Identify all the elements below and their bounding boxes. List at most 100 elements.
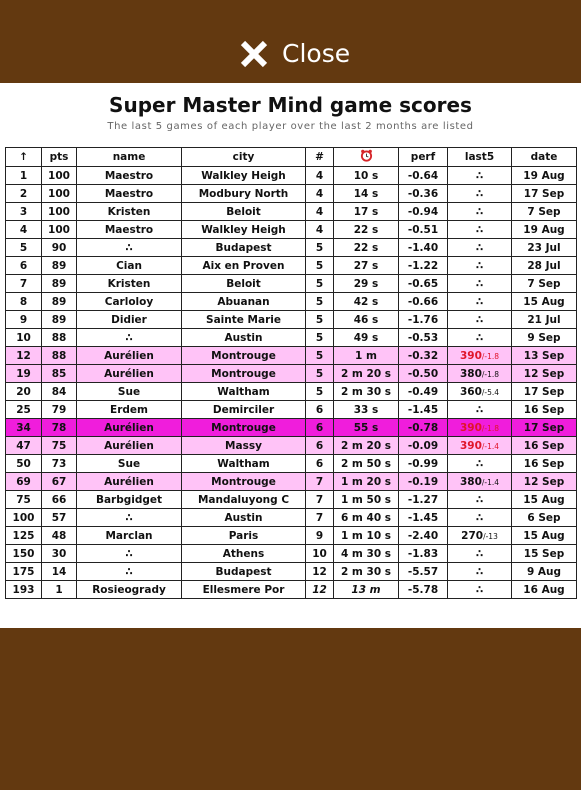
name-cell: Sue [76, 382, 182, 401]
pts-cell: 100 [41, 220, 77, 239]
table-row[interactable]: 193 1 Rosieogrady Ellesmere Por 12 13 m -5.78 ∴… [5, 580, 577, 599]
name-cell: Carloloy [76, 292, 182, 311]
time-cell: 6 m 40 s [333, 508, 399, 527]
name-cell: Kristen [76, 202, 182, 221]
pts-header[interactable]: pts [41, 147, 77, 167]
table-row[interactable]: 34 78 Aurélien Montrouge 6 55 s -0.78 390/-1.8 1… [5, 418, 577, 437]
time-cell: 22 s [333, 238, 399, 257]
last5-value: ∴ [475, 241, 484, 254]
table-row[interactable]: 9 89 Didier Sainte Marie 5 46 s -1.76 ∴ 21 Jul [5, 310, 577, 329]
name-cell: Rosieogrady [76, 580, 182, 599]
last5-value: ∴ [475, 277, 484, 290]
table-row[interactable]: 1 100 Maestro Walkley Heigh 4 10 s -0.64 ∴ 19 Au… [5, 166, 577, 185]
table-row[interactable]: 47 75 Aurélien Massy 6 2 m 20 s -0.09 390/-1.4 1… [5, 436, 577, 455]
table-row[interactable]: 25 79 Erdem Demirciler 6 33 s -1.45 ∴ 16 Sep [5, 400, 577, 419]
last5-value: ∴ [475, 547, 484, 560]
sort-rank-header[interactable]: ↑ [5, 147, 42, 167]
name-header[interactable]: name [76, 147, 182, 167]
city-cell: Demirciler [181, 400, 306, 419]
last5-cell: 270/-13 [447, 526, 512, 545]
rank-cell: 9 [5, 310, 42, 329]
table-row[interactable]: 6 89 Cian Aix en Proven 5 27 s -1.22 ∴ 28 Jul [5, 256, 577, 275]
moves-header[interactable]: # [305, 147, 334, 167]
pts-cell: 1 [41, 580, 77, 599]
moves-cell: 4 [305, 184, 334, 203]
date-header[interactable]: date [511, 147, 577, 167]
last5-value: ∴ [475, 331, 484, 344]
time-cell: 2 m 50 s [333, 454, 399, 473]
rank-cell: 50 [5, 454, 42, 473]
name-cell: Maestro [76, 220, 182, 239]
moves-cell: 6 [305, 436, 334, 455]
last5-value: ∴ [475, 313, 484, 326]
city-cell: Paris [181, 526, 306, 545]
date-cell: 13 Sep [511, 346, 577, 365]
date-cell: 15 Aug [511, 292, 577, 311]
date-cell: 21 Jul [511, 310, 577, 329]
city-cell: Austin [181, 328, 306, 347]
moves-cell: 9 [305, 526, 334, 545]
table-row[interactable]: 5 90 ∴ Budapest 5 22 s -1.40 ∴ 23 Jul [5, 238, 577, 257]
pts-cell: 84 [41, 382, 77, 401]
last5-cell: 360/-5.4 [447, 382, 512, 401]
last5-cell: ∴ [447, 508, 512, 527]
table-row[interactable]: 12 88 Aurélien Montrouge 5 1 m -0.32 390/-1.8 13… [5, 346, 577, 365]
date-cell: 16 Sep [511, 454, 577, 473]
pts-cell: 100 [41, 166, 77, 185]
table-row[interactable]: 50 73 Sue Waltham 6 2 m 50 s -0.99 ∴ 16 Sep [5, 454, 577, 473]
name-cell: Cian [76, 256, 182, 275]
date-cell: 9 Sep [511, 328, 577, 347]
moves-cell: 6 [305, 454, 334, 473]
pts-cell: 14 [41, 562, 77, 581]
close-button[interactable]: Close [238, 37, 350, 71]
pts-cell: 67 [41, 472, 77, 491]
table-row[interactable]: 175 14 ∴ Budapest 12 2 m 30 s -5.57 ∴ 9 Aug [5, 562, 577, 581]
rank-cell: 175 [5, 562, 42, 581]
last5-delta: /-1.8 [481, 351, 500, 361]
table-row[interactable]: 2 100 Maestro Modbury North 4 14 s -0.36 ∴ 17 Se… [5, 184, 577, 203]
last5-value: ∴ [475, 223, 484, 236]
name-cell: ∴ [76, 238, 182, 257]
pts-cell: 78 [41, 418, 77, 437]
perf-cell: -0.65 [398, 274, 448, 293]
city-cell: Ellesmere Por [181, 580, 306, 599]
rank-cell: 2 [5, 184, 42, 203]
time-header[interactable] [333, 147, 399, 167]
table-row[interactable]: 125 48 Marclan Paris 9 1 m 10 s -2.40 270/-13 15… [5, 526, 577, 545]
table-row[interactable]: 8 89 Carloloy Abuanan 5 42 s -0.66 ∴ 15 Aug [5, 292, 577, 311]
perf-cell: -0.49 [398, 382, 448, 401]
last5-header[interactable]: last5 [447, 147, 512, 167]
table-row[interactable]: 7 89 Kristen Beloit 5 29 s -0.65 ∴ 7 Sep [5, 274, 577, 293]
time-cell: 10 s [333, 166, 399, 185]
table-row[interactable]: 100 57 ∴ Austin 7 6 m 40 s -1.45 ∴ 6 Sep [5, 508, 577, 527]
name-cell: Aurélien [76, 472, 182, 491]
moves-cell: 4 [305, 202, 334, 221]
table-row[interactable]: 150 30 ∴ Athens 10 4 m 30 s -1.83 ∴ 15 Sep [5, 544, 577, 563]
city-cell: Beloit [181, 274, 306, 293]
table-row[interactable]: 10 88 ∴ Austin 5 49 s -0.53 ∴ 9 Sep [5, 328, 577, 347]
rank-cell: 100 [5, 508, 42, 527]
perf-cell: -0.19 [398, 472, 448, 491]
name-cell: ∴ [76, 508, 182, 527]
last5-cell: ∴ [447, 220, 512, 239]
rank-cell: 20 [5, 382, 42, 401]
perf-header[interactable]: perf [398, 147, 448, 167]
city-header[interactable]: city [181, 147, 306, 167]
last5-cell: ∴ [447, 274, 512, 293]
table-row[interactable]: 19 85 Aurélien Montrouge 5 2 m 20 s -0.50 380/-… [5, 364, 577, 383]
close-label: Close [282, 39, 351, 68]
city-cell: Walkley Heigh [181, 220, 306, 239]
table-row[interactable]: 75 66 Barbgidget Mandaluyong C71 m 50 s -1.2… [5, 490, 577, 509]
name-cell: Aurélien [76, 364, 182, 383]
table-row[interactable]: 3 100 Kristen Beloit 4 17 s -0.94 ∴ 7 Sep [5, 202, 577, 221]
pts-cell: 48 [41, 526, 77, 545]
table-row[interactable]: 4 100 Maestro Walkley Heigh 4 22 s -0.51 ∴ 19 Au… [5, 220, 577, 239]
last5-cell: ∴ [447, 328, 512, 347]
pts-cell: 85 [41, 364, 77, 383]
date-cell: 6 Sep [511, 508, 577, 527]
name-cell: Didier [76, 310, 182, 329]
bottom-bar [0, 628, 581, 790]
time-cell: 55 s [333, 418, 399, 437]
table-row[interactable]: 20 84 Sue Waltham 5 2 m 30 s -0.49 360/-5.4 17 S… [5, 382, 577, 401]
table-row[interactable]: 69 67 Aurélien Montrouge 7 1 m 20 s -0.19 380/-… [5, 472, 577, 491]
